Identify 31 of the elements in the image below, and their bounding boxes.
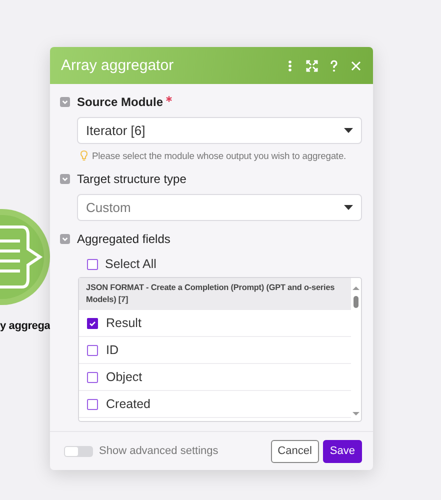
- checkbox[interactable]: [87, 318, 98, 328]
- checkbox-label: ID: [106, 343, 118, 357]
- checkbox-label: Object: [106, 370, 142, 384]
- toggle-label: Show advanced settings: [99, 445, 220, 457]
- checkbox-label: Created: [106, 397, 150, 411]
- close-icon[interactable]: [349, 58, 363, 72]
- caret-icon: [344, 205, 353, 210]
- hint-text: Please select the module whose output you wish to aggregate.: [92, 150, 346, 161]
- checkbox[interactable]: [87, 344, 98, 356]
- expand-icon[interactable]: [305, 58, 319, 72]
- cancel-button[interactable]: Cancel: [270, 440, 319, 462]
- dialog-title: Array aggregator: [61, 57, 175, 74]
- collapse-icon[interactable]: [60, 234, 70, 244]
- group-header: JSON FORMAT - Create a Completion (Prompt) (GPT and o-series Models) [7]: [79, 278, 351, 310]
- select-field[interactable]: Iterator [6]: [77, 117, 362, 144]
- select-field[interactable]: Custom: [77, 194, 362, 221]
- checkbox[interactable]: [87, 258, 98, 270]
- module-label: y aggrega: [0, 320, 50, 332]
- checkbox[interactable]: [87, 398, 98, 410]
- field-label: Aggregated fields: [77, 232, 170, 246]
- field-label: Target structure type: [77, 172, 186, 186]
- collapse-icon[interactable]: [60, 97, 70, 107]
- checkbox-label: Select All: [105, 257, 156, 271]
- toggle-switch[interactable]: [64, 446, 93, 456]
- collapse-icon[interactable]: [60, 174, 70, 184]
- field-label: Source Module: [77, 95, 164, 109]
- lightbulb-icon: [80, 150, 88, 161]
- caret-icon: [344, 128, 353, 133]
- checkbox[interactable]: [87, 372, 98, 382]
- checkbox-label: Result: [106, 316, 142, 330]
- save-button[interactable]: Save: [322, 440, 362, 462]
